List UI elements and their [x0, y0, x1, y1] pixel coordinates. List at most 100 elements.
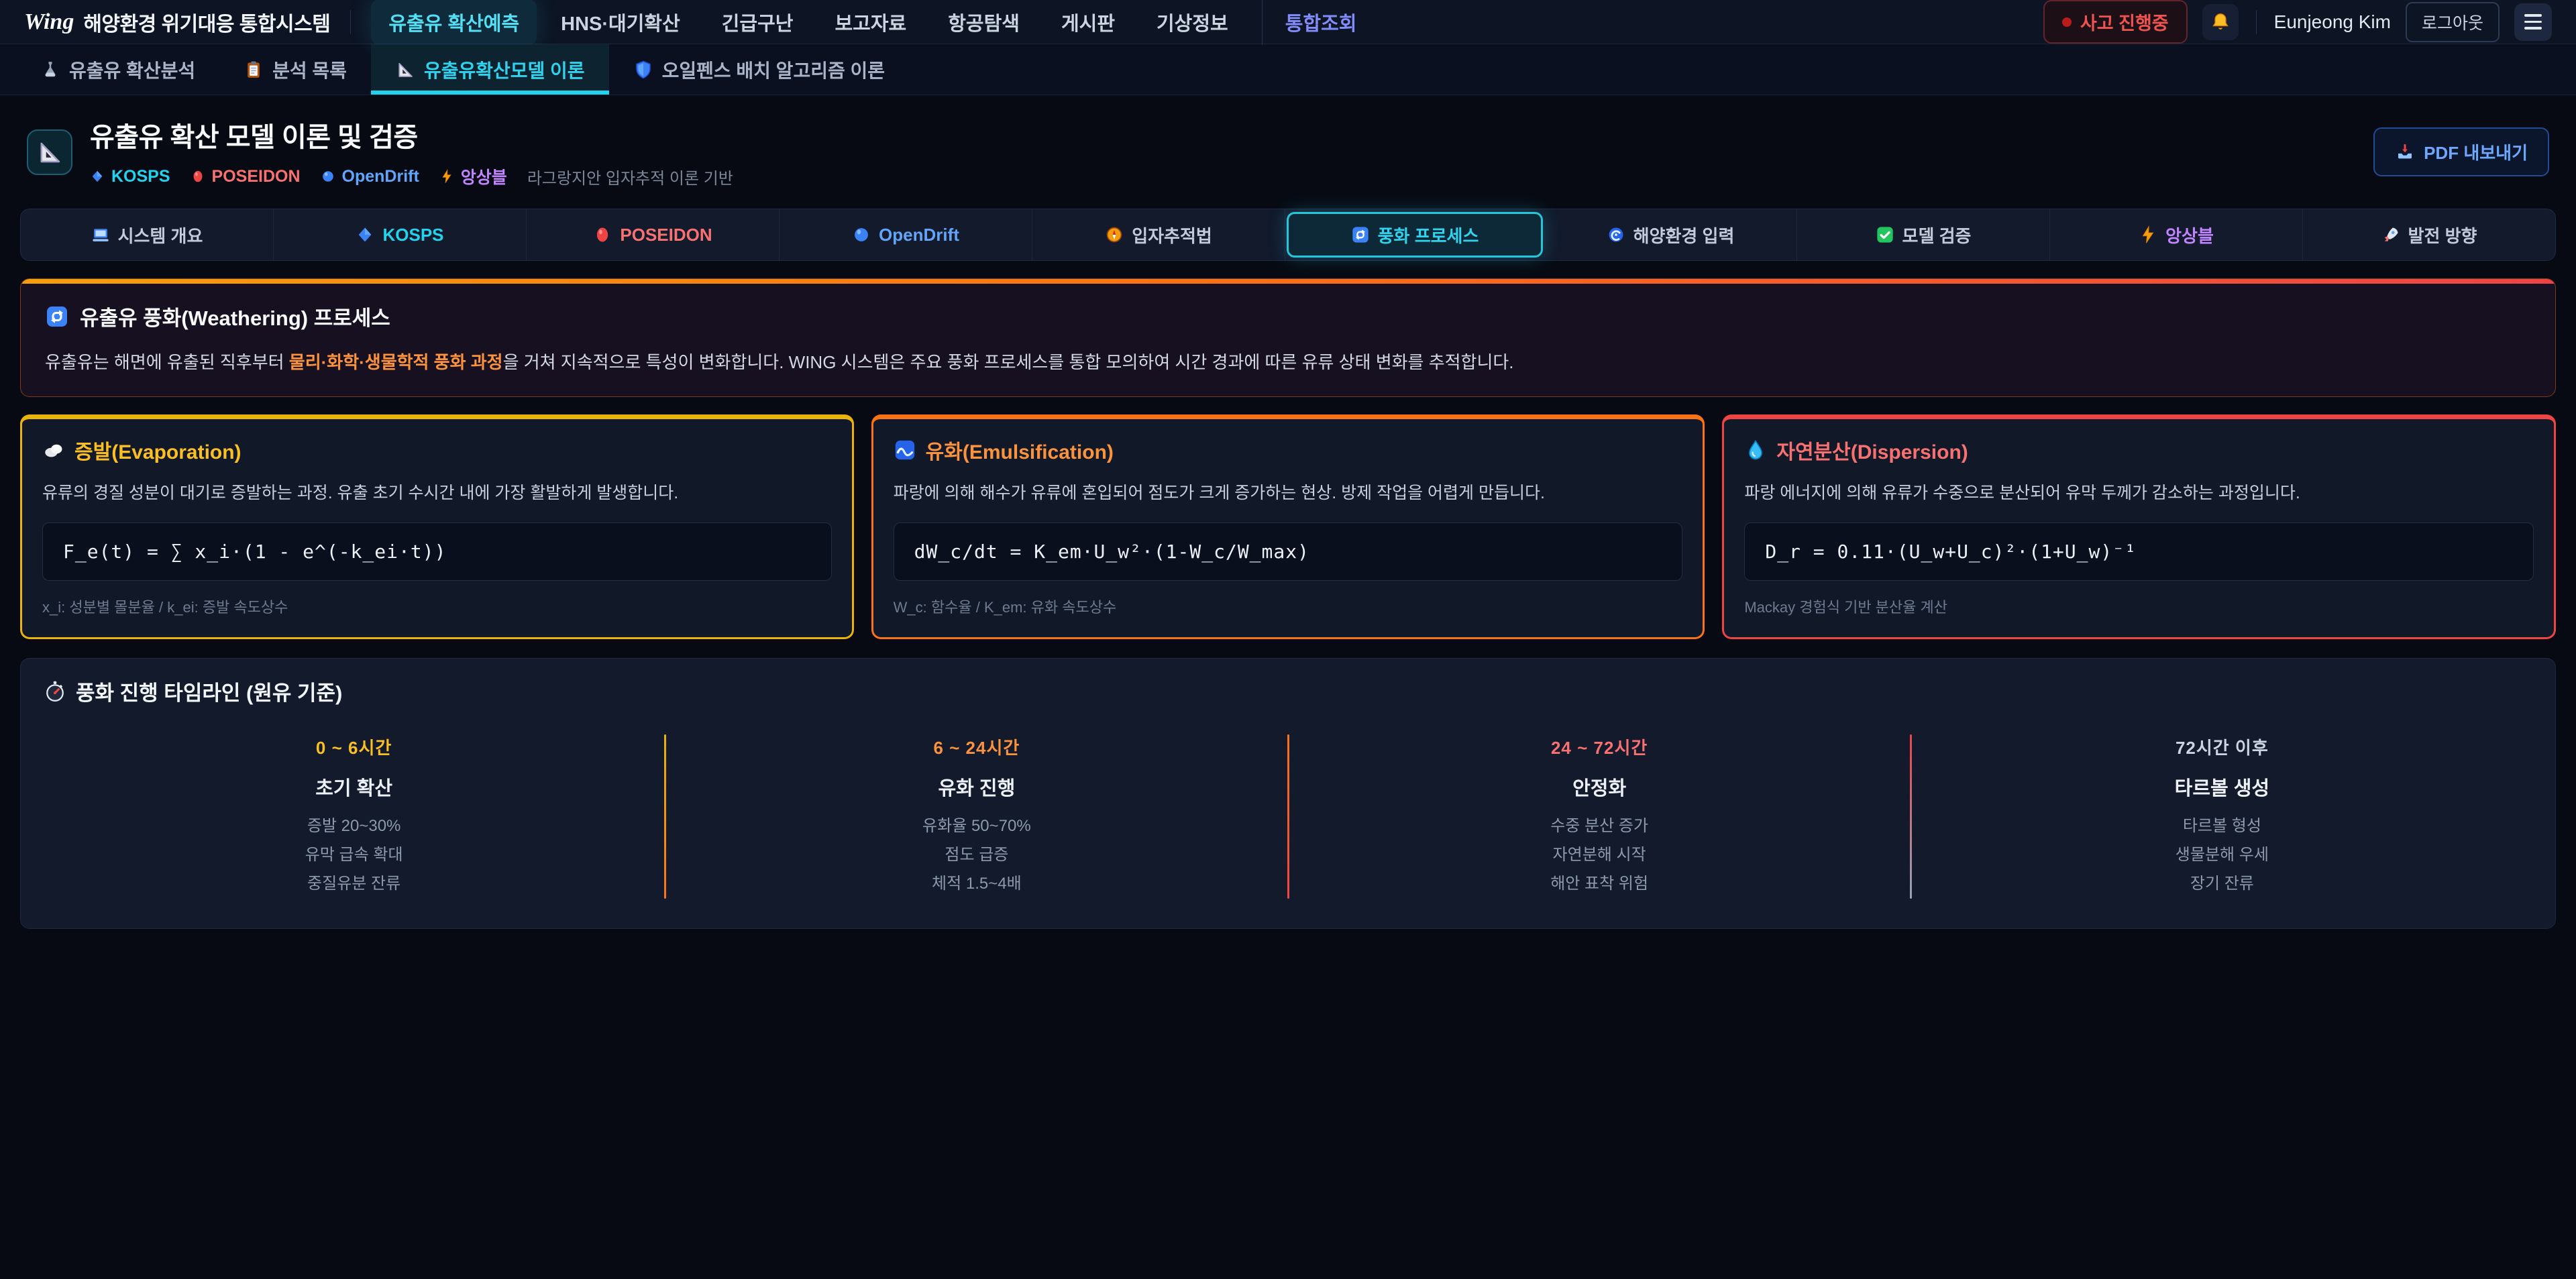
top-right-cluster: 사고 진행중 Eunjeong Kim 로그아웃: [2043, 0, 2552, 44]
hamburger-icon: [2524, 14, 2542, 17]
formula-block: F_e(t) = ∑ x_i·(1 - e^(-k_ei·t)): [42, 522, 832, 581]
formula-note: W_c: 함수율 / K_em: 유화 속도상수: [894, 596, 1683, 617]
nav-aerial-search[interactable]: 항공탐색: [930, 0, 1037, 45]
sub-nav: 유출유 확산분석 분석 목록 유출유확산모델 이론 오일펜스 배치 알고리즘 이…: [0, 44, 2576, 95]
card-evaporation: 증발(Evaporation) 유류의 경질 성분이 대기로 증발하는 과정. …: [20, 414, 854, 639]
page-title-icon-box: [27, 129, 72, 175]
weathering-highlight: 물리·화학·생물학적 풍화 과정: [289, 352, 503, 372]
stage-phase: 타르볼 생성: [1912, 773, 2532, 801]
card-title: 증발(Evaporation): [42, 435, 832, 465]
timeline-stage-3: 24 ~ 72시간 안정화 수중 분산 증가 자연분해 시작 해안 표착 위험: [1289, 734, 1910, 899]
formula-block: D_r = 0.11·(U_w+U_c)²·(1+U_w)⁻¹: [1744, 522, 2534, 581]
subtab-diffusion-model-theory[interactable]: 유출유확산모델 이론: [371, 44, 609, 95]
tab-model-validation[interactable]: 모델 검증: [1797, 209, 2050, 260]
subtab-label: 오일펜스 배치 알고리즘 이론: [662, 56, 885, 83]
stage-period: 72시간 이후: [1912, 734, 2532, 759]
notifications-button[interactable]: [2202, 4, 2239, 40]
stage-phase: 안정화: [1289, 773, 1910, 801]
lightning-icon: [2139, 225, 2157, 244]
nav-board[interactable]: 게시판: [1044, 0, 1132, 45]
incident-status-badge: 사고 진행중: [2043, 0, 2188, 44]
flask-icon: [40, 60, 60, 80]
tab-kosps[interactable]: KOSPS: [274, 209, 527, 260]
nav-emergency-rescue[interactable]: 긴급구난: [704, 0, 811, 45]
timeline-stage-1: 0 ~ 6시간 초기 확산 증발 20~30% 유막 급속 확대 중질유분 잔류: [44, 734, 664, 899]
incident-status-label: 사고 진행중: [2080, 9, 2169, 35]
red-ellipse-icon: [593, 225, 612, 244]
page-subtitle: 라그랑지안 입자추적 이론 기반: [527, 165, 733, 188]
subtab-analysis-list[interactable]: 분석 목록: [219, 44, 371, 95]
formula-note: x_i: 성분별 몰분율 / k_ei: 증발 속도상수: [42, 596, 832, 617]
tab-future-direction[interactable]: 발전 방향: [2303, 209, 2555, 260]
menu-button[interactable]: [2514, 3, 2552, 41]
subtab-spill-analysis[interactable]: 유출유 확산분석: [16, 44, 219, 95]
nav-integrated-search[interactable]: 통합조회: [1262, 0, 1375, 45]
app-logo: Wing 해양환경 위기대응 통합시스템: [24, 7, 330, 37]
subtab-label: 유출유 확산분석: [69, 56, 195, 83]
check-icon: [1876, 225, 1894, 244]
nav-weather-info[interactable]: 기상정보: [1139, 0, 1246, 45]
status-dot-icon: [2062, 17, 2072, 27]
stage-items: 수중 분산 증가 자연분해 시작 해안 표착 위험: [1289, 812, 1910, 899]
cycle-icon: [1351, 225, 1370, 244]
triangle-ruler-icon: [36, 138, 64, 166]
card-title: 자연분산(Dispersion): [1744, 435, 2534, 465]
stage-period: 0 ~ 6시간: [44, 734, 664, 759]
stage-period: 24 ~ 72시간: [1289, 734, 1910, 759]
rocket-icon: [2381, 225, 2400, 244]
cyclone-icon: [1607, 225, 1625, 244]
section-tab-strip: 시스템 개요 KOSPS POSEIDON OpenDrift 입자추적법 풍화…: [20, 209, 2556, 261]
evaporation-icon: [42, 439, 65, 461]
page-title-group: 유출유 확산 모델 이론 및 검증 KOSPS POSEIDON OpenDri…: [90, 115, 733, 188]
tab-poseidon[interactable]: POSEIDON: [527, 209, 780, 260]
card-description: 유류의 경질 성분이 대기로 증발하는 과정. 유출 초기 수시간 내에 가장 …: [42, 480, 832, 504]
cycle-icon: [45, 304, 69, 329]
page-title: 유출유 확산 모델 이론 및 검증: [90, 115, 733, 154]
blue-circle-icon: [321, 169, 335, 184]
divider: [2256, 10, 2257, 34]
tab-system-overview[interactable]: 시스템 개요: [21, 209, 274, 260]
app-title: 해양환경 위기대응 통합시스템: [83, 7, 330, 37]
process-cards-row: 증발(Evaporation) 유류의 경질 성분이 대기로 증발하는 과정. …: [20, 414, 2556, 639]
tab-ensemble[interactable]: 앙상블: [2050, 209, 2303, 260]
subtab-label: 분석 목록: [272, 56, 347, 83]
gradient-top-border: [21, 279, 2555, 284]
wave-icon: [894, 439, 916, 461]
model-badge-row: KOSPS POSEIDON OpenDrift 앙상블 라그랑지안 입자추적 …: [90, 164, 733, 188]
tab-marine-environment-input[interactable]: 해양환경 입력: [1544, 209, 1797, 260]
stage-phase: 유화 진행: [666, 773, 1287, 801]
top-nav: Wing 해양환경 위기대응 통합시스템 유출유 확산예측 HNS·대기확산 긴…: [0, 0, 2576, 44]
subtab-oil-fence-algorithm[interactable]: 오일펜스 배치 알고리즘 이론: [609, 44, 909, 95]
page-header: 유출유 확산 모델 이론 및 검증 KOSPS POSEIDON OpenDri…: [0, 95, 2576, 205]
clipboard-icon: [244, 60, 264, 80]
weathering-timeline-section: 풍화 진행 타임라인 (원유 기준) 0 ~ 6시간 초기 확산 증발 20~3…: [20, 658, 2556, 929]
badge-ensemble: 앙상블: [439, 164, 507, 188]
logo-wordmark: Wing: [24, 9, 74, 35]
stage-items: 유화율 50~70% 점도 급증 체적 1.5~4배: [666, 812, 1287, 899]
logout-button[interactable]: 로그아웃: [2406, 2, 2500, 42]
card-title: 유화(Emulsification): [894, 435, 1683, 465]
shield-icon: [633, 60, 653, 80]
tab-particle-tracking[interactable]: 입자추적법: [1032, 209, 1285, 260]
badge-opendrift: OpenDrift: [321, 167, 419, 186]
card-description: 파랑에 의해 해수가 유류에 혼입되어 점도가 크게 증가하는 현상. 방제 작…: [894, 480, 1683, 504]
red-ellipse-icon: [191, 169, 205, 184]
nav-reports[interactable]: 보고자료: [817, 0, 924, 45]
pdf-export-label: PDF 내보내기: [2424, 140, 2528, 164]
tab-opendrift[interactable]: OpenDrift: [780, 209, 1032, 260]
lightning-icon: [439, 169, 454, 184]
badge-kosps: KOSPS: [90, 167, 170, 186]
stage-phase: 초기 확산: [44, 773, 664, 801]
pdf-export-button[interactable]: PDF 내보내기: [2373, 127, 2549, 176]
user-name: Eunjeong Kim: [2274, 11, 2391, 33]
nav-oil-spill-prediction[interactable]: 유출유 확산예측: [371, 0, 537, 45]
timeline-stages: 0 ~ 6시간 초기 확산 증발 20~30% 유막 급속 확대 중질유분 잔류…: [44, 734, 2532, 899]
card-dispersion: 자연분산(Dispersion) 파랑 에너지에 의해 유류가 수중으로 분산되…: [1722, 414, 2556, 639]
triangle-ruler-icon: [395, 60, 415, 80]
weathering-section-title: 유출유 풍화(Weathering) 프로세스: [45, 301, 2531, 331]
nav-hns-air-diffusion[interactable]: HNS·대기확산: [543, 0, 698, 45]
tab-weathering-process[interactable]: 풍화 프로세스: [1287, 212, 1543, 258]
laptop-icon: [91, 225, 110, 244]
compass-icon: [1105, 225, 1124, 244]
divider: [350, 10, 351, 34]
